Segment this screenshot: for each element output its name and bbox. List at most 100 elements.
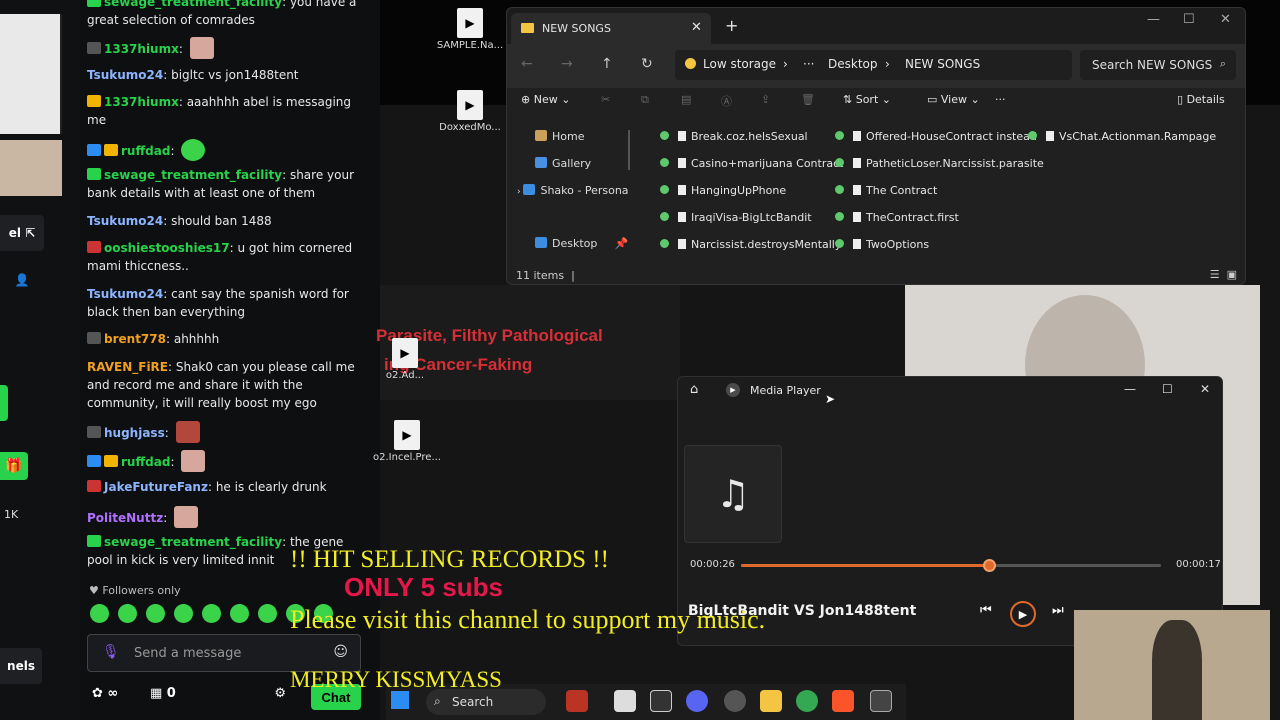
file-item[interactable]: The Contract — [835, 184, 937, 197]
microphone-icon[interactable]: 🎙 — [102, 644, 120, 660]
file-item[interactable]: VsChat.Actionman.Rampage — [1028, 130, 1216, 143]
emote-icon[interactable] — [118, 604, 137, 623]
chat-username[interactable]: ruffdad — [121, 144, 170, 158]
home-icon[interactable]: ⌂ — [690, 382, 698, 397]
minimize-icon[interactable]: — — [1124, 382, 1136, 396]
chat-username[interactable]: hughjass — [104, 426, 165, 440]
up-icon[interactable]: ↑ — [601, 56, 613, 72]
maximize-icon[interactable]: ☐ — [1162, 382, 1173, 396]
desktop-file-icon[interactable]: ▶ SAMPLE.Na... — [435, 8, 505, 51]
pane-splitter[interactable] — [628, 130, 630, 170]
emote-icon[interactable] — [258, 604, 277, 623]
nav-item-gallery[interactable]: Gallery — [535, 157, 591, 170]
emote-icon[interactable] — [174, 604, 193, 623]
stream-preview[interactable] — [0, 14, 62, 134]
nav-item-onedrive[interactable]: › Shako - Persona — [517, 184, 629, 197]
minimize-icon[interactable]: — — [1147, 12, 1160, 27]
breadcrumb-item[interactable]: Low storage — [703, 57, 776, 71]
app-icon[interactable] — [650, 690, 672, 712]
webcam-thumbnail[interactable] — [0, 140, 62, 196]
chat-username[interactable]: ruffdad — [121, 455, 170, 469]
chat-username[interactable]: RAVEN_FiRE — [87, 360, 168, 374]
media-player-icon[interactable] — [870, 690, 892, 712]
close-tab-icon[interactable]: ✕ — [691, 20, 702, 35]
explorer-tab[interactable]: NEW SONGS ✕ — [511, 13, 711, 44]
desktop-file-icon[interactable]: ▶ DoxxedMo... — [435, 90, 505, 133]
chrome-icon[interactable] — [796, 690, 818, 712]
search-input[interactable]: Search NEW SONGS ⌕ — [1080, 50, 1236, 80]
play-button[interactable]: ▶ — [1010, 601, 1036, 627]
breadcrumb-item[interactable]: NEW SONGS — [905, 57, 980, 71]
file-item[interactable]: Offered-HouseContract instead — [835, 130, 1037, 143]
file-item[interactable]: TwoOptions — [835, 238, 929, 251]
refresh-icon[interactable]: ↻ — [641, 56, 653, 72]
store-icon[interactable]: ▦ — [150, 686, 162, 701]
file-item[interactable]: IraqiVisa-BigLtcBandit — [660, 211, 812, 224]
file-item[interactable]: Narcissist.destroysMentally — [660, 238, 841, 251]
rename-icon[interactable]: Ⓐ — [721, 93, 732, 109]
desktop-file-icon[interactable]: ▶ o2.Incel.Pre... — [372, 420, 442, 463]
copy-icon[interactable]: ⧉ — [641, 93, 649, 107]
desktop-file-icon[interactable]: ▶ o2.Ad... — [370, 338, 440, 381]
file-item[interactable]: PatheticLoser.Narcissist.parasite — [835, 157, 1044, 170]
nav-item-desktop[interactable]: Desktop 📌 — [535, 237, 629, 250]
emote-icon[interactable] — [230, 604, 249, 623]
rail-button-top[interactable]: el ⇱ — [0, 215, 44, 251]
file-explorer-icon[interactable] — [760, 690, 782, 712]
chat-username[interactable]: sewage_treatment_facility — [104, 535, 282, 549]
windows-start-icon[interactable] — [391, 691, 409, 709]
nav-item-home[interactable]: Home — [535, 130, 584, 143]
view-button[interactable]: ▭ View ⌄ — [927, 93, 980, 106]
chat-username[interactable]: JakeFutureFanz — [104, 480, 208, 494]
file-item[interactable]: HangingUpPhone — [660, 184, 786, 197]
emote-icon[interactable] — [146, 604, 165, 623]
share-icon[interactable]: ⇪ — [761, 93, 770, 106]
chat-username[interactable]: Tsukumo24 — [87, 214, 163, 228]
back-icon[interactable]: ← — [521, 56, 533, 72]
chat-username[interactable]: PoliteNuttz — [87, 511, 163, 525]
previous-track-icon[interactable]: ⏮ — [980, 603, 992, 618]
close-window-icon[interactable]: ✕ — [1200, 382, 1210, 396]
app-icon[interactable] — [724, 690, 746, 712]
next-track-icon[interactable]: ⏭ — [1052, 603, 1064, 618]
chat-username[interactable]: sewage_treatment_facility — [104, 0, 282, 9]
new-button[interactable]: ⊕ New ⌄ — [521, 93, 570, 106]
delete-icon[interactable]: 🗑 — [801, 93, 815, 106]
breadcrumb-item[interactable]: Desktop — [828, 57, 878, 71]
seek-bar[interactable] — [741, 559, 1161, 572]
channels-button[interactable]: nels — [0, 648, 42, 684]
tiles-view-icon[interactable]: ▣ — [1227, 268, 1237, 281]
task-view-icon[interactable] — [614, 690, 636, 712]
forward-icon[interactable]: → — [561, 56, 573, 72]
points-icon[interactable]: ✿ ∞ — [92, 686, 118, 701]
gift-icon[interactable]: 🎁 — [0, 452, 28, 480]
discord-icon[interactable] — [686, 690, 708, 712]
chat-username[interactable]: 1337hiumx — [104, 95, 179, 109]
file-item[interactable]: Casino+marijuana Contract — [660, 157, 843, 170]
chat-username[interactable]: Tsukumo24 — [87, 287, 163, 301]
emoji-icon[interactable]: ☺ — [333, 644, 348, 660]
file-item[interactable]: Break.coz.helsSexual — [660, 130, 808, 143]
sort-button[interactable]: ⇅ Sort ⌄ — [843, 93, 891, 106]
chat-username[interactable]: ooshiestooshies17 — [104, 241, 230, 255]
new-tab-icon[interactable]: + — [725, 16, 738, 35]
file-item[interactable]: TheContract.first — [835, 211, 959, 224]
add-user-icon[interactable]: 👤 — [0, 262, 44, 298]
details-button[interactable]: ▯ Details — [1177, 93, 1225, 106]
seek-handle[interactable] — [982, 559, 996, 572]
brave-icon[interactable] — [832, 690, 854, 712]
more-breadcrumbs-icon[interactable]: ··· — [803, 57, 814, 71]
details-view-icon[interactable]: ☰ — [1210, 268, 1220, 281]
settings-icon[interactable]: ⚙ — [274, 686, 286, 701]
chat-username[interactable]: 1337hiumx — [104, 42, 179, 56]
emote-icon[interactable] — [90, 604, 109, 623]
chat-username[interactable]: Tsukumo24 — [87, 68, 163, 82]
emote-icon[interactable] — [202, 604, 221, 623]
address-bar[interactable]: Low storage › ··· Desktop › NEW SONGS — [675, 50, 1072, 80]
maximize-icon[interactable]: ☐ — [1183, 12, 1195, 27]
chat-username[interactable]: brent778 — [104, 332, 166, 346]
widget-icon[interactable] — [566, 690, 588, 712]
paste-icon[interactable]: ▤ — [681, 93, 691, 106]
close-window-icon[interactable]: ✕ — [1220, 12, 1231, 27]
cut-icon[interactable]: ✂ — [601, 93, 610, 106]
